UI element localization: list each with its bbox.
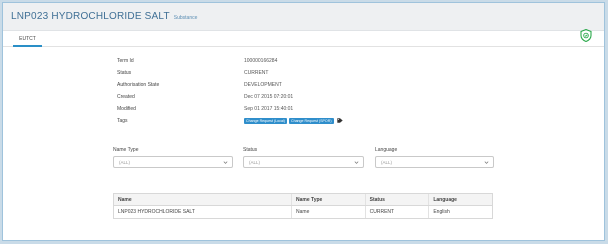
language-select[interactable]: (ALL) [375, 156, 494, 168]
table-header-row: Name Name Type Status Language [114, 194, 492, 206]
language-label: Language [375, 147, 398, 153]
tag-badge[interactable]: Change Request (SPOR) [288, 118, 334, 124]
status-value: (ALL) [249, 159, 261, 165]
detail-label: Created [117, 94, 135, 100]
status-label: Status [243, 147, 258, 153]
name-type-value: (ALL) [119, 159, 131, 165]
detail-row-modified: Modified Sep 01 2017 15:40:01 [117, 103, 343, 115]
panel-header: LNP023 HYDROCHLORIDE SALT Substance [3, 3, 604, 31]
detail-row-tags: Tags Change Request (Local) Change Reques… [117, 115, 343, 127]
detail-row-authorisation-state: Authorisation State DEVELOPMENT [117, 79, 343, 91]
column-header-name[interactable]: Name [114, 194, 293, 205]
chevron-down-icon [354, 161, 359, 164]
name-type-select[interactable]: (ALL) [113, 156, 233, 168]
tag-badge[interactable]: Change Request (Local) [244, 118, 287, 124]
name-type-filter: Name Type (ALL) [113, 147, 233, 168]
tab-bar: EUTCT [3, 29, 604, 47]
detail-label: Modified [117, 106, 136, 112]
cell-name-type: Name [292, 206, 366, 218]
tags-container: Change Request (Local) Change Request (SP… [244, 118, 343, 124]
page-subtitle: Substance [173, 14, 198, 21]
detail-value: Dec 07 2015 07:20:01 [244, 94, 294, 100]
detail-label: Authorisation State [117, 82, 160, 88]
language-value: (ALL) [381, 159, 393, 165]
detail-row-status: Status CURRENT [117, 67, 343, 79]
column-header-language[interactable]: Language [429, 194, 492, 205]
tag-icon[interactable] [337, 118, 343, 123]
names-table: Name Name Type Status Language LNP023 HY… [113, 193, 493, 219]
table-row[interactable]: LNP023 HYDROCHLORIDE SALT Name CURRENT E… [114, 206, 492, 218]
cell-language: English [433, 209, 450, 215]
chevron-down-icon [484, 161, 489, 164]
detail-value: CURRENT [244, 70, 269, 76]
detail-row-created: Created Dec 07 2015 07:20:01 [117, 91, 343, 103]
page-title: LNP023 HYDROCHLORIDE SALT [11, 11, 170, 22]
chevron-down-icon [223, 161, 228, 164]
cell-name: LNP023 HYDROCHLORIDE SALT [114, 206, 293, 218]
detail-label: Tags [117, 118, 128, 124]
detail-label: Term Id [117, 58, 134, 64]
cell-status: CURRENT [366, 206, 430, 218]
name-type-label: Name Type [113, 147, 139, 153]
column-header-status[interactable]: Status [366, 194, 430, 205]
term-details: Term Id 100000166284 Status CURRENT Auth… [117, 55, 343, 127]
detail-value: DEVELOPMENT [244, 82, 282, 88]
status-select[interactable]: (ALL) [243, 156, 364, 168]
detail-label: Status [117, 70, 132, 76]
shield-check-icon[interactable] [580, 29, 592, 42]
detail-value: 100000166284 [244, 58, 278, 64]
tab-eutct[interactable]: EUTCT [13, 32, 42, 47]
column-header-name-type[interactable]: Name Type [292, 194, 366, 205]
status-filter: Status (ALL) [243, 147, 364, 168]
detail-value: Sep 01 2017 15:40:01 [244, 106, 294, 112]
language-filter: Language (ALL) [375, 147, 494, 168]
detail-row-term-id: Term Id 100000166284 [117, 55, 343, 67]
